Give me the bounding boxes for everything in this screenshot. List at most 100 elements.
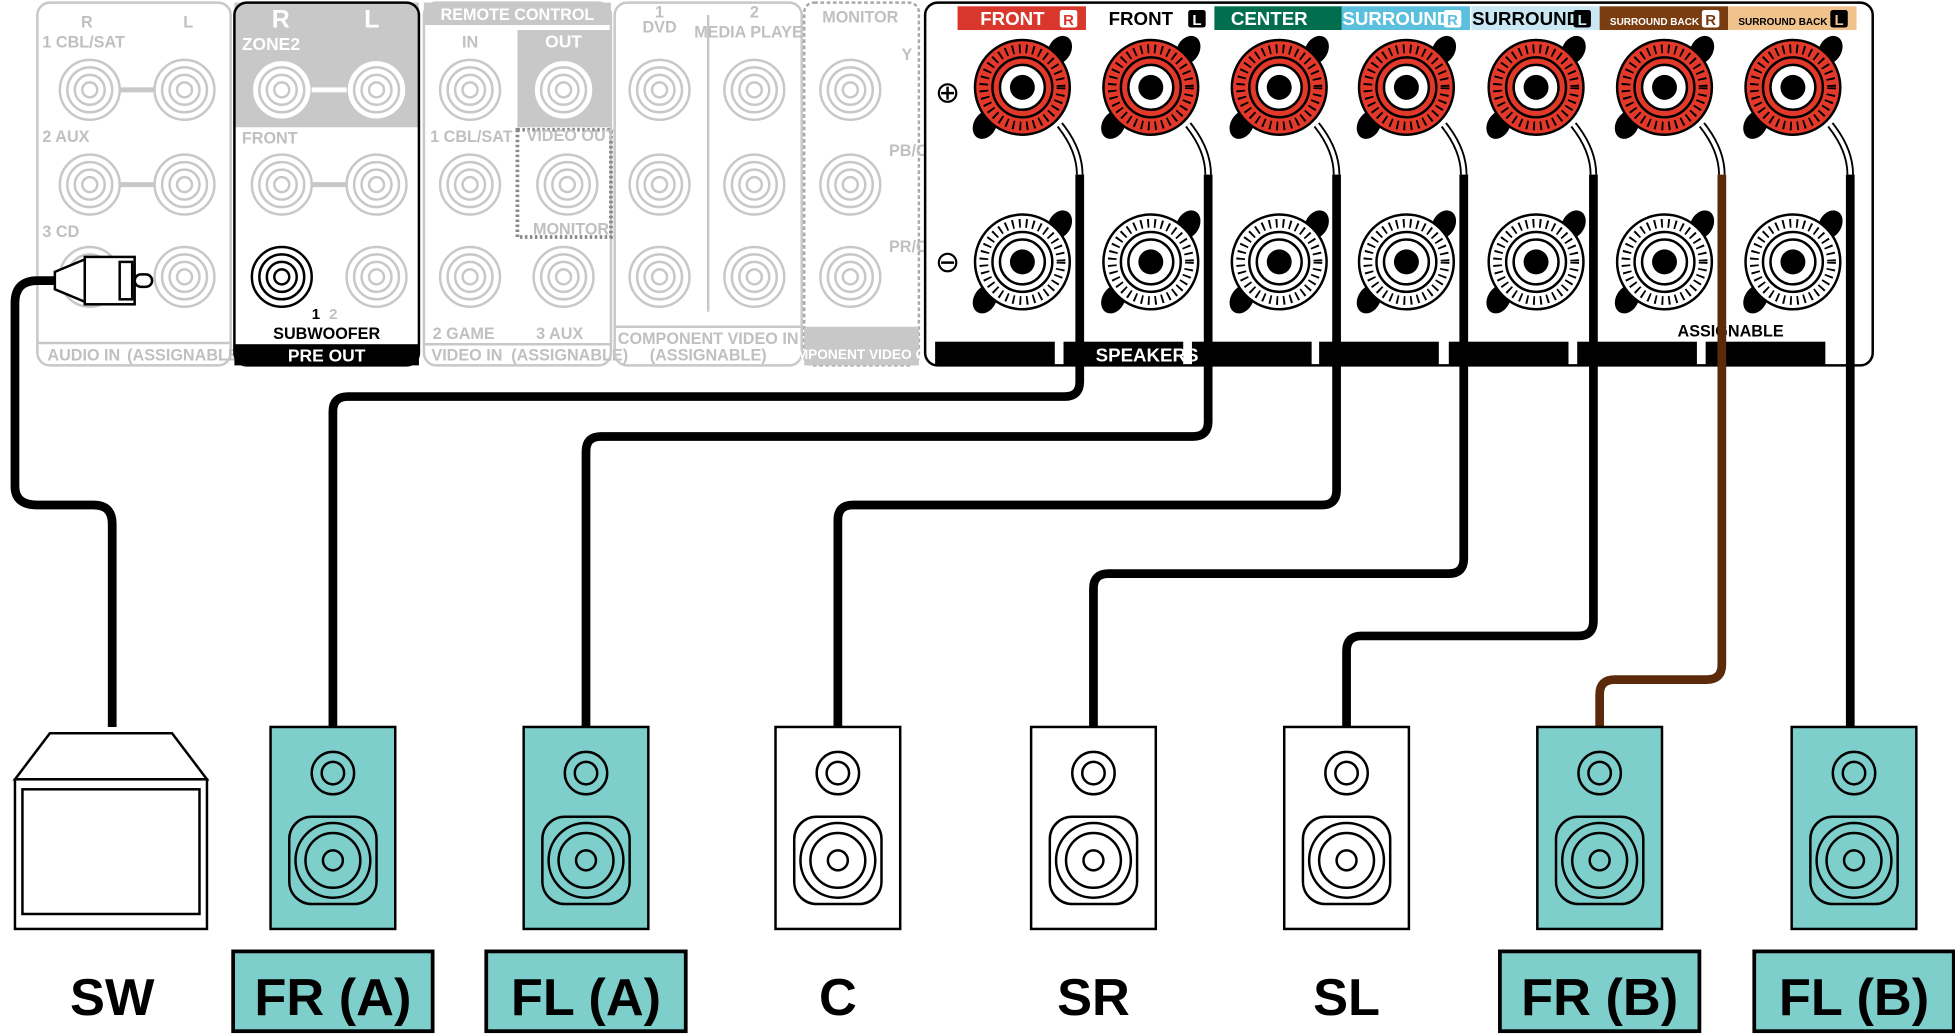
rca-jack: [819, 245, 882, 309]
speaker-label: SW: [70, 969, 155, 1027]
remote-in-label: IN: [462, 33, 478, 51]
rca-jack: [532, 58, 595, 122]
speaker-c: C: [774, 725, 902, 1027]
assignable-label: ASSIGNABLE: [1678, 323, 1784, 341]
media-player-label: MEDIA PLAYER: [694, 23, 815, 41]
channel-side: R: [1063, 12, 1074, 29]
audio-in-cd-label: 3 CD: [42, 223, 79, 241]
rca-jack: [58, 58, 121, 122]
rca-jack: [628, 153, 691, 216]
speaker-label: SR: [1057, 969, 1130, 1027]
speakers-title: SPEAKERS: [1096, 345, 1199, 366]
component-in-subtitle: (ASSIGNABLE): [650, 346, 767, 364]
channel-label-6: SURROUND BACK L: [1728, 6, 1857, 30]
zone2-label: ZONE2: [242, 34, 300, 54]
remote-out-label: OUT: [545, 31, 582, 51]
rca-jack: [723, 245, 786, 309]
rca-jack: [438, 245, 502, 309]
speaker-label: C: [819, 969, 857, 1027]
speaker-sr: SR: [1029, 725, 1158, 1027]
audio-in-title: AUDIO IN: [47, 346, 120, 364]
rca-jack: [250, 153, 313, 216]
pre-out-l-label: L: [364, 6, 379, 34]
rca-jack: [628, 245, 691, 309]
video-in-subtitle: (ASSIGNABLE): [511, 346, 628, 364]
channel-name: SURROUND BACK: [1738, 17, 1828, 28]
subwoofer-label: SUBWOOFER: [273, 325, 380, 343]
channel-name: FRONT: [1109, 8, 1174, 29]
component-out-title: COMPONENT VIDEO OUT: [776, 347, 945, 362]
channel-side: L: [1578, 12, 1587, 29]
channel-side: R: [1447, 12, 1458, 29]
audio-in-cbl-label: 1 CBL/SAT: [42, 33, 125, 51]
rca-jack: [345, 245, 408, 309]
audio-in-l-label: L: [183, 14, 193, 32]
speaker-fl-a: FL (A): [484, 725, 688, 1034]
channel-side: R: [1705, 12, 1716, 29]
channel-name: CENTER: [1231, 8, 1308, 29]
pre-out-r-label: R: [272, 6, 290, 34]
speaker-label: FL (B): [1779, 969, 1929, 1027]
dvd-label: DVD: [642, 18, 676, 36]
speaker-label: FR (B): [1521, 969, 1678, 1027]
channel-side: L: [1834, 12, 1843, 29]
channel-name: SURROUND BACK: [1610, 17, 1700, 28]
rca-jack: [723, 153, 786, 216]
channel-name: SURROUND: [1472, 8, 1580, 29]
component-monitor-label: MONITOR: [822, 9, 898, 27]
rca-jack: [819, 153, 882, 216]
speaker-fr-a: FR (A): [231, 725, 435, 1034]
video-out-label: VIDEO OUT: [527, 127, 616, 145]
rca-jack: [153, 153, 216, 216]
audio-in-r-label: R: [81, 14, 93, 32]
rca-jack: [532, 245, 595, 309]
channel-side: L: [1192, 12, 1201, 29]
speaker-fr-b: FR (B): [1498, 725, 1702, 1034]
rca-jack: [536, 153, 599, 216]
audio-in-aux-label: 2 AUX: [42, 128, 89, 146]
speaker-sw: SW: [12, 731, 210, 1027]
channel-label-2: CENTER: [1214, 6, 1343, 30]
media-player-number: 2: [750, 4, 759, 22]
speaker-label: FR (A): [254, 969, 411, 1027]
subwoofer-out-jack: [250, 245, 313, 309]
audio-in-subtitle: (ASSIGNABLE): [127, 346, 244, 364]
rca-jack: [345, 153, 408, 216]
minus-symbol: ⊖: [935, 246, 960, 279]
video-in-cbl-label: 1 CBL/SAT: [430, 128, 513, 146]
rca-jack: [153, 58, 216, 122]
speaker-sl: SL: [1282, 725, 1411, 1027]
rca-jack: [819, 58, 882, 122]
subwoofer-1-label: 1: [312, 306, 320, 323]
rca-jack: [628, 58, 691, 122]
channel-label-3: SURROUNDR: [1341, 6, 1470, 30]
rca-jack: [153, 245, 216, 309]
rca-jack: [58, 153, 121, 216]
speaker-label-bar: [935, 341, 1055, 366]
rca-jack: [250, 58, 313, 122]
video-monitor-label: MONITOR: [533, 220, 609, 238]
remote-control-label: REMOTE CONTROL: [441, 6, 595, 24]
front-pre-out-label: FRONT: [242, 129, 298, 147]
channel-name: FRONT: [980, 8, 1045, 29]
rca-jack: [438, 58, 502, 122]
rca-jack: [723, 58, 786, 122]
rca-jack: [345, 58, 408, 122]
channel-label-5: SURROUND BACK R: [1599, 6, 1729, 30]
pre-out-title: PRE OUT: [288, 346, 366, 366]
rca-jack: [438, 153, 502, 216]
speaker-label: SL: [1313, 969, 1380, 1027]
y-label: Y: [901, 46, 912, 64]
speaker-fl-b: FL (B): [1752, 725, 1955, 1034]
speaker-label: FL (A): [511, 969, 661, 1027]
video-in-game-label: 2 GAME: [433, 325, 495, 343]
channel-label-1: FRONT L: [1085, 6, 1215, 30]
plus-symbol: ⊕: [935, 76, 960, 109]
channel-label-4: SURROUNDL: [1471, 6, 1600, 30]
speakers: SW FR (A) FL (A) C SR SL FR (B) FL (B): [12, 725, 1955, 1034]
video-in-aux-label: 3 AUX: [536, 325, 583, 343]
subwoofer-2-label: 2: [329, 306, 337, 323]
channel-label-0: FRONT R: [957, 6, 1086, 30]
connection-diagram: R L 1 CBL/SAT 2 AUX 3 CD AUDIO IN (ASSIG…: [10, 1, 1955, 1034]
video-in-title: VIDEO IN: [431, 346, 502, 364]
